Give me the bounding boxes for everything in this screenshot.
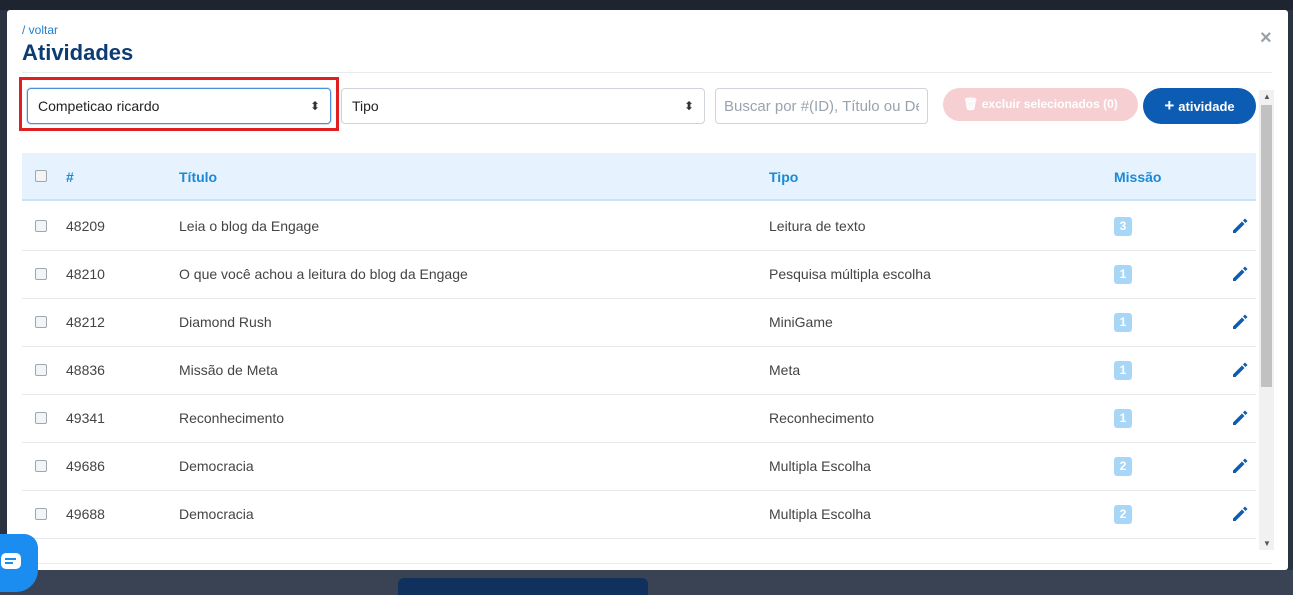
search-input[interactable] (715, 88, 928, 124)
mission-badge: 1 (1114, 265, 1132, 284)
pencil-icon[interactable] (1230, 504, 1250, 524)
competition-select-value: Competicao ricardo (38, 98, 160, 114)
table-row: 49686 Democracia Multipla Escolha 2 (22, 443, 1256, 491)
cell-type: Multipla Escolha (769, 458, 871, 474)
divider (22, 72, 1272, 73)
backdrop-bottom (0, 570, 1293, 595)
cell-title: Missão de Meta (179, 362, 278, 378)
delete-selected-button[interactable]: 🗑 excluir selecionados (0) (943, 88, 1138, 121)
table-row: 49341 Reconhecimento Reconhecimento 1 (22, 395, 1256, 443)
cell-type: Reconhecimento (769, 410, 875, 426)
cell-id: 48209 (66, 218, 105, 234)
cell-type: Multipla Escolha (769, 506, 871, 522)
cell-type: MiniGame (769, 314, 833, 330)
pencil-icon[interactable] (1230, 360, 1250, 380)
plus-icon: + (1164, 96, 1175, 115)
scroll-down-icon[interactable]: ▼ (1263, 539, 1271, 548)
table-row: 48212 Diamond Rush MiniGame 1 (22, 299, 1256, 347)
trash-icon: 🗑 (963, 97, 979, 111)
mission-badge: 1 (1114, 409, 1132, 428)
chat-button[interactable] (0, 534, 38, 592)
row-checkbox[interactable] (35, 460, 47, 472)
cell-id: 49688 (66, 506, 105, 522)
activities-table: # Título Tipo Missão 48209 Leia o blog d… (22, 153, 1256, 548)
table-header: # Título Tipo Missão (22, 153, 1256, 201)
header-id[interactable]: # (66, 169, 74, 185)
select-all-checkbox[interactable] (35, 170, 47, 182)
table-row: 48209 Leia o blog da Engage Leitura de t… (22, 203, 1256, 251)
pencil-icon[interactable] (1230, 216, 1250, 236)
cell-id: 48836 (66, 362, 105, 378)
activities-modal: / voltar Atividades × Competicao ricardo… (7, 10, 1288, 570)
close-icon[interactable]: × (1260, 27, 1272, 50)
page-title: Atividades (22, 40, 134, 65)
pencil-icon[interactable] (1230, 312, 1250, 332)
cell-title: Democracia (179, 506, 254, 522)
cell-title: O que você achou a leitura do blog da En… (179, 266, 468, 282)
mission-badge: 2 (1114, 505, 1132, 524)
cell-type: Pesquisa múltipla escolha (769, 266, 931, 282)
header-title[interactable]: Título (179, 169, 217, 185)
type-select-value: Tipo (352, 98, 379, 114)
scrollbar-thumb[interactable] (1261, 105, 1272, 387)
add-activity-button[interactable]: + atividade (1143, 88, 1256, 124)
chat-icon (1, 553, 21, 569)
mission-badge: 2 (1114, 457, 1132, 476)
row-checkbox[interactable] (35, 316, 47, 328)
row-checkbox[interactable] (35, 412, 47, 424)
row-checkbox[interactable] (35, 220, 47, 232)
pencil-icon[interactable] (1230, 408, 1250, 428)
row-checkbox[interactable] (35, 508, 47, 520)
cell-title: Leia o blog da Engage (179, 218, 320, 234)
add-activity-label: atividade (1178, 99, 1235, 114)
scroll-up-icon[interactable]: ▲ (1263, 92, 1271, 101)
cell-id: 49341 (66, 410, 105, 426)
cell-id: 49686 (66, 458, 105, 474)
table-row: 48836 Missão de Meta Meta 1 (22, 347, 1256, 395)
mission-badge: 1 (1114, 313, 1132, 332)
header-mission[interactable]: Missão (1114, 169, 1161, 185)
table-row: 49688 Democracia Multipla Escolha 2 (22, 491, 1256, 539)
header-type[interactable]: Tipo (769, 169, 798, 185)
cell-type: Leitura de texto (769, 218, 866, 234)
scrollbar[interactable]: ▲ ▼ (1259, 90, 1274, 550)
cell-type: Meta (769, 362, 801, 378)
cell-id: 48212 (66, 314, 105, 330)
type-select[interactable]: Tipo ⬍ (341, 88, 705, 124)
divider (22, 563, 1272, 564)
cell-title: Reconhecimento (179, 410, 285, 426)
row-checkbox[interactable] (35, 364, 47, 376)
cell-title: Democracia (179, 458, 254, 474)
backdrop-top (0, 0, 1293, 10)
pencil-icon[interactable] (1230, 264, 1250, 284)
competition-select[interactable]: Competicao ricardo ⬍ (27, 88, 331, 124)
sort-arrows-icon: ⬍ (309, 99, 320, 113)
mission-badge: 1 (1114, 361, 1132, 380)
cell-id: 48210 (66, 266, 105, 282)
table-row: 48210 O que você achou a leitura do blog… (22, 251, 1256, 299)
cell-title: Diamond Rush (179, 314, 272, 330)
mission-badge: 3 (1114, 217, 1132, 236)
backdrop-button (398, 578, 648, 595)
delete-selected-label: excluir selecionados (0) (981, 97, 1118, 111)
sort-arrows-icon: ⬍ (683, 99, 694, 113)
row-checkbox[interactable] (35, 268, 47, 280)
pencil-icon[interactable] (1230, 456, 1250, 476)
back-link[interactable]: / voltar (22, 23, 58, 37)
